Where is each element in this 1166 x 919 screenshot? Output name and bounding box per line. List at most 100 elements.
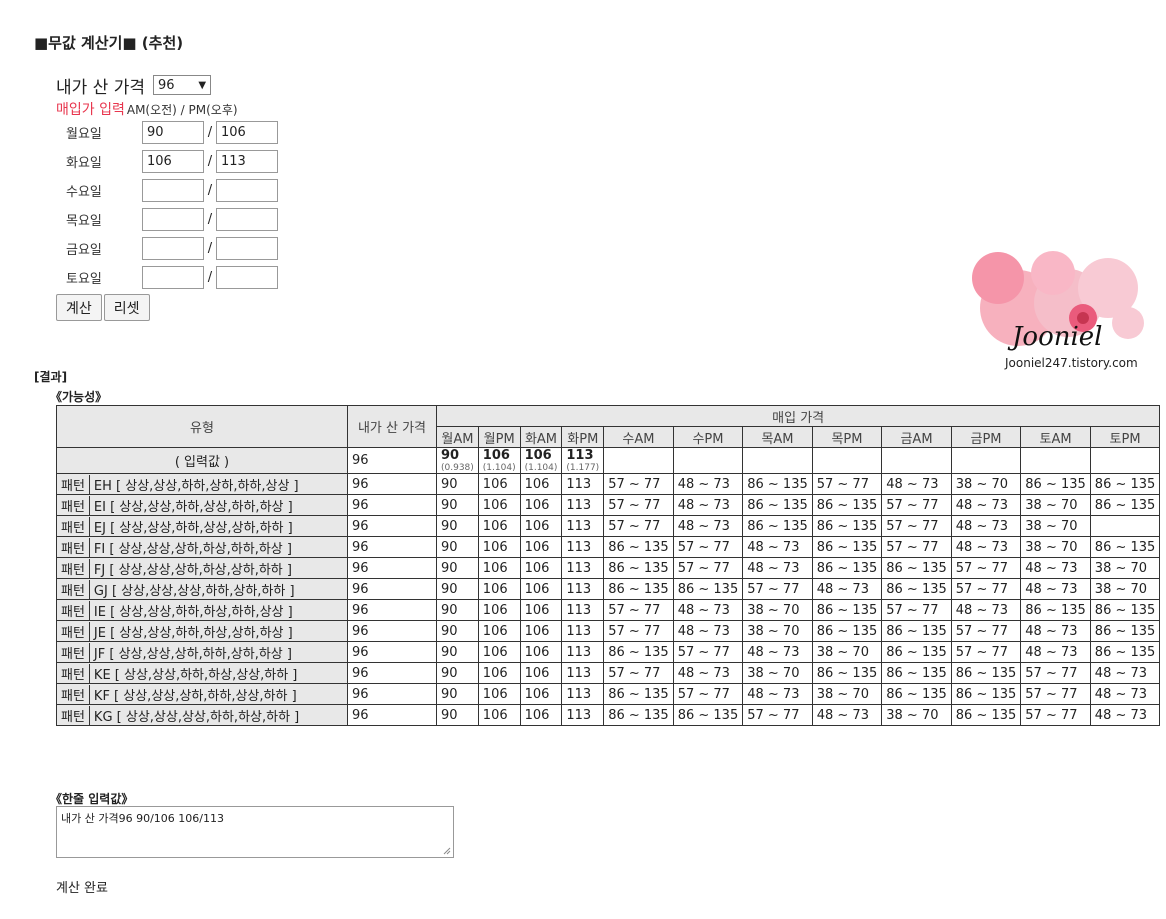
input-value: 106 — [482, 448, 510, 463]
am-price-input[interactable] — [142, 179, 204, 202]
resize-grip-icon[interactable] — [443, 847, 451, 855]
price-cell: 38 ~ 70 — [881, 704, 952, 726]
input-value-cell — [742, 447, 813, 474]
price-cell: 48 ~ 73 — [950, 536, 1022, 558]
price-cell: 86 ~ 135 — [881, 578, 952, 600]
table-row: 패턴 EI [ 상상,상상,하하,상상,하하,하상 ] 96 90 106 106 113 5… — [56, 494, 1161, 516]
price-cell: 57 ~ 77 — [603, 494, 674, 516]
input-value: 90 — [441, 448, 460, 463]
price-cell: 90 — [436, 536, 479, 558]
pm-price-input[interactable] — [216, 237, 278, 260]
header-col: 토AM — [1020, 426, 1091, 448]
price-cell: 113 — [561, 578, 605, 600]
table-row: 패턴 KG [ 상상,상상,상상,하하,하상,하하 ] 96 90 106 106 113 8… — [56, 704, 1161, 726]
price-cell: 90 — [436, 599, 479, 621]
input-value-cell — [1089, 447, 1161, 474]
price-cell: 86 ~ 135 — [603, 641, 674, 663]
price-cell: 57 ~ 77 — [672, 683, 744, 705]
price-cell: 57 ~ 77 — [603, 515, 674, 537]
price-cell: 86 ~ 135 — [811, 620, 883, 642]
day-row: 토요일 / — [56, 263, 278, 292]
price-cell: 113 — [561, 515, 605, 537]
pattern-prefix: 패턴 — [57, 516, 90, 536]
price-cell: 106 — [519, 515, 563, 537]
oneline-textarea[interactable]: 내가 산 가격96 90/106 106/113 — [56, 806, 454, 858]
price-cell: 48 ~ 73 — [672, 494, 744, 516]
price-cell: 48 ~ 73 — [881, 473, 952, 495]
price-cell: 106 — [477, 494, 521, 516]
am-price-input[interactable]: 106 — [142, 150, 204, 173]
price-cell: 86 ~ 135 — [881, 641, 952, 663]
price-cell: 106 — [519, 536, 563, 558]
calc-button[interactable]: 계산 — [56, 294, 102, 321]
pm-price-input[interactable] — [216, 208, 278, 231]
am-price-input[interactable]: 90 — [142, 121, 204, 144]
am-price-input[interactable] — [142, 208, 204, 231]
pm-price-input[interactable] — [216, 179, 278, 202]
pattern-name: FJ [ 상상,상상,상하,하상,상하,하하 ] — [93, 562, 292, 578]
pattern-prefix: 패턴 — [57, 621, 90, 641]
pattern-name: KG [ 상상,상상,상상,하하,하상,하하 ] — [93, 709, 300, 725]
my-price-cell: 96 — [347, 515, 437, 537]
am-price-input[interactable] — [142, 266, 204, 289]
price-cell: 48 ~ 73 — [811, 704, 883, 726]
price-cell: 106 — [519, 683, 563, 705]
chevron-down-icon: ▼ — [198, 79, 207, 91]
price-cell: 106 — [477, 620, 521, 642]
pattern-prefix: 패턴 — [57, 642, 90, 662]
price-form: 내가 산 가격 96 ▼ 매입가 입력 AM(오전) / PM(오후) 월요일 9… — [56, 72, 278, 321]
price-cell: 57 ~ 77 — [950, 578, 1022, 600]
header-col: 금AM — [881, 426, 952, 448]
input-row-label: ( 입력값 ) — [56, 447, 348, 474]
pattern-prefix: 패턴 — [57, 684, 90, 704]
input-value-cell: 106 (1.104) — [477, 447, 521, 474]
price-cell: 106 — [519, 494, 563, 516]
pm-price-input[interactable] — [216, 266, 278, 289]
my-price-cell: 96 — [347, 641, 437, 663]
price-cell: 57 ~ 77 — [811, 473, 883, 495]
price-cell: 86 ~ 135 — [811, 599, 883, 621]
price-cell: 38 ~ 70 — [1020, 536, 1091, 558]
price-cell: 106 — [477, 641, 521, 663]
price-cell: 113 — [561, 704, 605, 726]
price-cell: 48 ~ 73 — [1020, 557, 1091, 579]
input-my-price: 96 — [347, 447, 437, 474]
my-price-select[interactable]: 96 ▼ — [153, 75, 212, 95]
price-cell: 48 ~ 73 — [672, 515, 744, 537]
pattern-cell: 패턴 FJ [ 상상,상상,상하,하상,상하,하하 ] — [56, 557, 348, 579]
price-cell: 48 ~ 73 — [1020, 578, 1091, 600]
day-label: 화요일 — [66, 156, 102, 171]
price-cell: 90 — [436, 662, 479, 684]
price-cell: 106 — [519, 662, 563, 684]
pattern-cell: 패턴 KG [ 상상,상상,상상,하하,하상,하하 ] — [56, 704, 348, 726]
reset-button[interactable]: 리셋 — [103, 294, 150, 321]
pattern-prefix: 패턴 — [57, 537, 90, 557]
price-cell: 57 ~ 77 — [950, 641, 1022, 663]
separator-slash: / — [207, 270, 213, 285]
price-cell: 90 — [436, 515, 479, 537]
pattern-cell: 패턴 KF [ 상상,상상,상하,하하,상상,하하 ] — [56, 683, 348, 705]
separator-slash: / — [207, 241, 213, 256]
price-cell: 86 ~ 135 — [811, 662, 883, 684]
price-cell: 86 ~ 135 — [1020, 473, 1091, 495]
price-cell: 48 ~ 73 — [950, 494, 1022, 516]
am-price-input[interactable] — [142, 237, 204, 260]
price-cell: 86 ~ 135 — [1020, 599, 1091, 621]
price-cell: 106 — [477, 515, 521, 537]
header-col: 월AM — [436, 426, 479, 448]
separator-slash: / — [207, 125, 213, 140]
price-cell: 90 — [436, 704, 479, 726]
pm-price-input[interactable]: 106 — [216, 121, 278, 144]
header-type: 유형 — [56, 405, 348, 448]
price-cell: 57 ~ 77 — [603, 662, 674, 684]
pm-price-input[interactable]: 113 — [216, 150, 278, 173]
price-cell: 106 — [519, 620, 563, 642]
header-col: 화PM — [561, 426, 605, 448]
input-value-cell: 106 (1.104) — [519, 447, 563, 474]
price-cell: 57 ~ 77 — [950, 557, 1022, 579]
price-cell: 106 — [477, 536, 521, 558]
price-cell: 86 ~ 135 — [811, 515, 883, 537]
price-cell: 48 ~ 73 — [950, 515, 1022, 537]
price-cell: 48 ~ 73 — [1089, 683, 1161, 705]
price-cell: 113 — [561, 599, 605, 621]
